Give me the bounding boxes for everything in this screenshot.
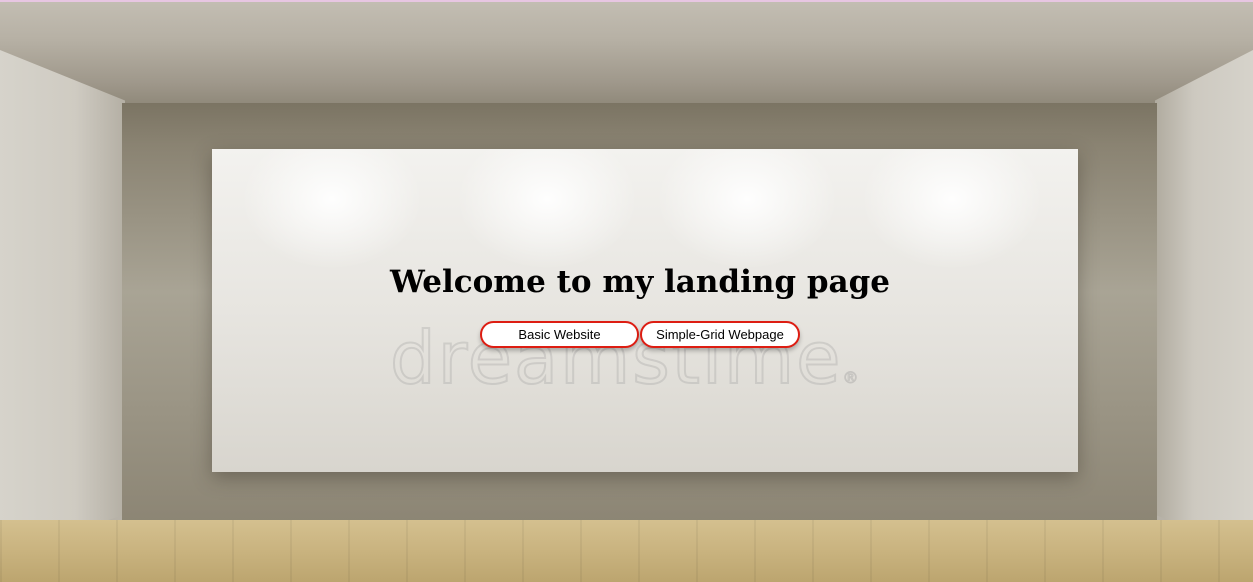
white-display-panel [212,149,1078,472]
watermark-registered-mark: ® [842,368,861,388]
basic-website-button[interactable]: Basic Website [480,321,639,348]
room-floor [0,520,1253,582]
room-right-wall [1155,50,1253,555]
room-left-wall [0,50,125,555]
hero-section: Welcome to my landing page [212,262,1068,302]
top-border-line [0,0,1253,2]
page-heading: Welcome to my landing page [389,264,891,300]
nav-buttons: Basic Website Simple-Grid Webpage [480,321,810,349]
simple-grid-webpage-button[interactable]: Simple-Grid Webpage [640,321,800,348]
room-ceiling [0,0,1253,110]
